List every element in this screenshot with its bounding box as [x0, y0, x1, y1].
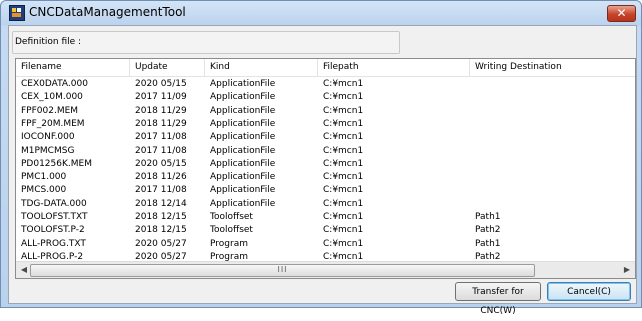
cell-filename: IOCONF.000	[21, 132, 75, 143]
cell-kind: ApplicationFile	[210, 172, 276, 183]
cell-filename: ALL-PROG.TXT	[21, 238, 86, 249]
scroll-left-arrow-icon[interactable]: ◀	[18, 264, 30, 276]
cell-kind: ApplicationFile	[210, 132, 276, 143]
table-row[interactable]: CEX0DATA.000 2020 05/15 ApplicationFile C:¥…	[16, 78, 635, 91]
cell-writing-destination: Path2	[475, 225, 501, 236]
table-row[interactable]: CEX_10M.000 2017 11/09 ApplicationFile C:¥m…	[16, 91, 635, 104]
transfer-for-cnc-button[interactable]: Transfer for CNC(W)	[455, 282, 541, 316]
cell-update: 2018 11/29	[135, 105, 187, 116]
cell-update: 2018 12/15	[135, 225, 187, 236]
cell-update: 2018 11/26	[135, 172, 187, 183]
horizontal-scrollbar[interactable]: ◀ III ▶	[16, 261, 635, 278]
cell-update: 2020 05/15	[135, 79, 187, 89]
cell-writing-destination	[470, 91, 635, 104]
column-header-writing-destination[interactable]: Writing Destination	[470, 59, 635, 76]
cell-filename: PD01256K.MEM	[21, 158, 92, 169]
cell-writing-destination	[470, 184, 635, 197]
cancel-button[interactable]: Cancel(C)	[547, 282, 631, 301]
table-row[interactable]: PMCS.000 2017 11/08 ApplicationFile C:¥mcn1	[16, 184, 635, 197]
cell-update: 2020 05/27	[135, 238, 187, 249]
title-bar[interactable]: CNCDataManagementTool ✕	[1, 1, 641, 25]
cell-filepath: C:¥mcn1	[323, 238, 364, 249]
table-row[interactable]: TOOLOFST.TXT 2018 12/15 Tooloffset C:¥mcn1 P…	[16, 211, 635, 224]
cell-filepath: C:¥mcn1	[323, 185, 364, 196]
cell-filename: CEX_10M.000	[21, 92, 83, 103]
column-header-filename[interactable]: Filename	[16, 59, 130, 76]
cell-filename: PMC1.000	[21, 172, 67, 183]
cell-update: 2017 11/08	[135, 132, 187, 143]
cell-kind: Tooloffset	[210, 225, 253, 236]
cell-update: 2018 12/14	[135, 198, 187, 209]
table-row[interactable]: ALL-PROG.TXT 2020 05/27 Program C:¥mcn1 Path…	[16, 238, 635, 251]
cell-filepath: C:¥mcn1	[323, 118, 364, 129]
table-row[interactable]: TDG-DATA.000 2018 12/14 ApplicationFile C:¥…	[16, 198, 635, 211]
cell-filepath: C:¥mcn1	[323, 145, 364, 156]
cell-update: 2018 12/15	[135, 212, 187, 222]
column-header-filepath[interactable]: Filepath	[318, 59, 470, 76]
cell-filename: TOOLOFST.P-2	[21, 225, 85, 236]
cell-filepath: C:¥mcn1	[323, 172, 364, 183]
close-button[interactable]: ✕	[607, 5, 636, 22]
cell-kind: ApplicationFile	[210, 79, 276, 89]
cell-writing-destination	[470, 78, 635, 91]
cell-writing-destination	[470, 105, 635, 118]
definition-file-label: Definition file :	[15, 37, 82, 47]
cell-filename: FPF002.MEM	[21, 105, 79, 116]
app-icon	[9, 5, 25, 21]
cell-kind: ApplicationFile	[210, 118, 276, 129]
cell-writing-destination	[470, 198, 635, 211]
cell-kind: Tooloffset	[210, 212, 253, 222]
cell-writing-destination	[470, 171, 635, 184]
cell-writing-destination	[470, 118, 635, 131]
cell-filepath: C:¥mcn1	[323, 92, 364, 103]
cell-update: 2018 11/29	[135, 118, 187, 129]
cell-filename: FPF_20M.MEM	[21, 118, 85, 129]
file-list[interactable]: Filename Update Kind Filepath Writing De…	[15, 58, 636, 279]
cell-writing-destination	[470, 158, 635, 171]
table-row[interactable]: PMC1.000 2018 11/26 ApplicationFile C:¥mcn1	[16, 171, 635, 184]
cell-filename: PMCS.000	[21, 185, 67, 196]
cell-filename: TDG-DATA.000	[21, 198, 87, 209]
cell-filename: M1PMCMSG	[21, 145, 75, 156]
cell-kind: ApplicationFile	[210, 92, 276, 103]
table-row[interactable]: TOOLOFST.P-2 2018 12/15 Tooloffset C:¥mcn1 P…	[16, 224, 635, 237]
column-header-kind[interactable]: Kind	[205, 59, 318, 76]
cell-filename: CEX0DATA.000	[21, 79, 88, 89]
scrollbar-thumb[interactable]: III	[30, 264, 535, 277]
column-header-update[interactable]: Update	[130, 59, 205, 76]
cell-writing-destination	[470, 145, 635, 158]
table-row[interactable]: FPF_20M.MEM 2018 11/29 ApplicationFile C:¥m…	[16, 118, 635, 131]
cell-filepath: C:¥mcn1	[323, 105, 364, 116]
cell-writing-destination	[470, 131, 635, 144]
table-row[interactable]: M1PMCMSG 2017 11/08 ApplicationFile C:¥mcn1	[16, 145, 635, 158]
scroll-right-arrow-icon[interactable]: ▶	[621, 264, 633, 276]
cell-update: 2017 11/08	[135, 145, 187, 156]
cell-filename: TOOLOFST.TXT	[21, 212, 88, 222]
cell-kind: ApplicationFile	[210, 105, 276, 116]
table-row[interactable]: IOCONF.000 2017 11/08 ApplicationFile C:¥mc…	[16, 131, 635, 144]
cell-update: 2017 11/08	[135, 185, 187, 196]
cell-update: 2017 11/09	[135, 92, 187, 103]
dialog-body: Definition file : Filename Update Kind F…	[8, 25, 637, 316]
cell-kind: ApplicationFile	[210, 198, 276, 209]
cell-update: 2020 05/15	[135, 158, 187, 169]
list-header: Filename Update Kind Filepath Writing De…	[16, 59, 635, 77]
cell-kind: Program	[210, 238, 248, 249]
cell-writing-destination: Path1	[475, 212, 501, 222]
cell-filepath: C:¥mcn1	[323, 132, 364, 143]
cell-kind: ApplicationFile	[210, 185, 276, 196]
main-window: CNCDataManagementTool ✕ Definition file …	[0, 0, 642, 316]
cell-filepath: C:¥mcn1	[323, 212, 364, 222]
cell-filepath: C:¥mcn1	[323, 158, 364, 169]
cell-filepath: C:¥mcn1	[323, 225, 364, 236]
window-title: CNCDataManagementTool	[29, 5, 186, 19]
table-row[interactable]: PD01256K.MEM 2020 05/15 ApplicationFile C:¥…	[16, 158, 635, 171]
cell-filepath: C:¥mcn1	[323, 198, 364, 209]
cell-kind: ApplicationFile	[210, 145, 276, 156]
table-row[interactable]: FPF002.MEM 2018 11/29 ApplicationFile C:¥mc…	[16, 105, 635, 118]
cell-kind: ApplicationFile	[210, 158, 276, 169]
cell-filepath: C:¥mcn1	[323, 79, 364, 89]
cell-writing-destination: Path1	[475, 238, 501, 249]
